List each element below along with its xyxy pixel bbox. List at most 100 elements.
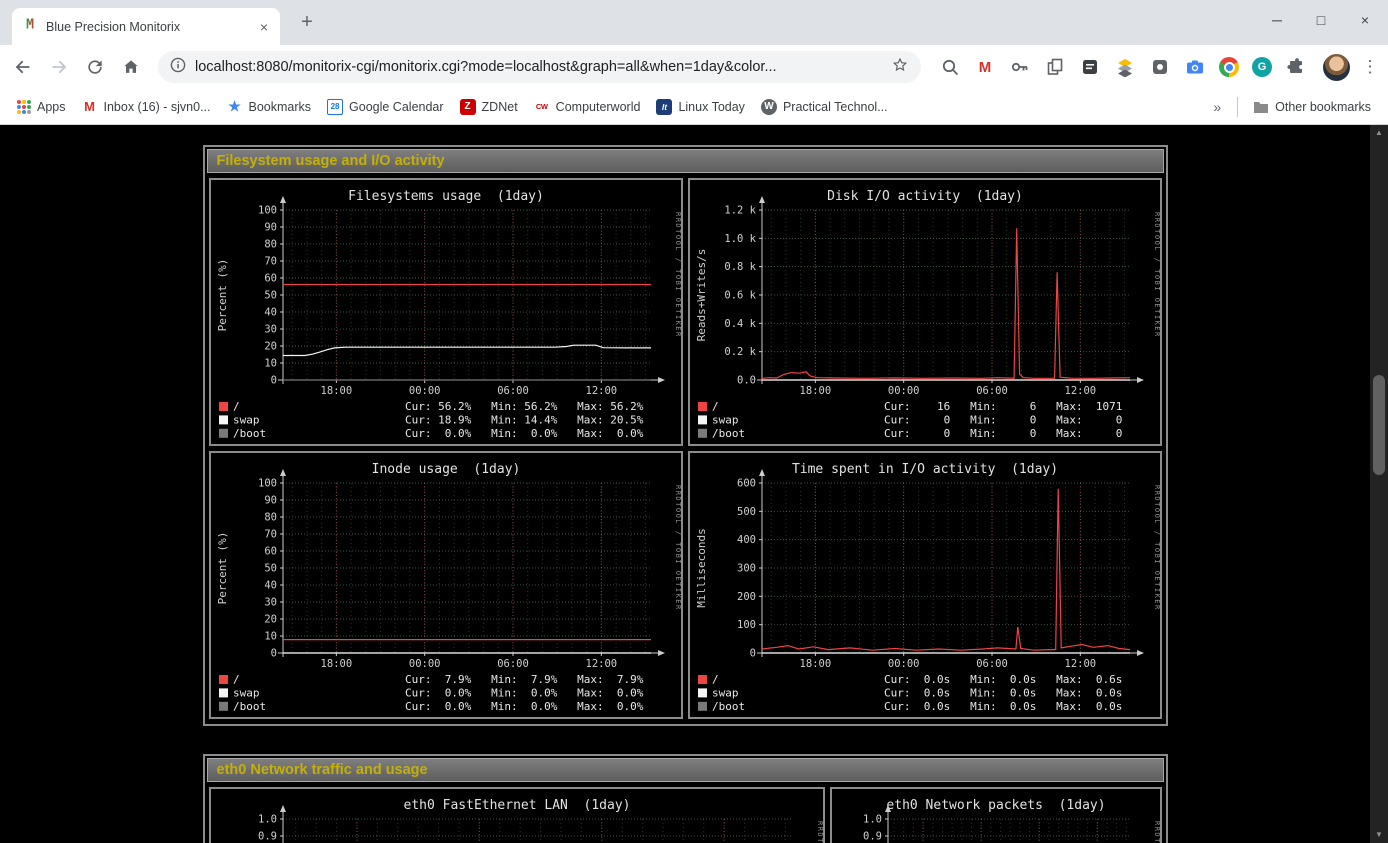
scrollbar-down-arrow-icon[interactable]: ▼ [1370, 827, 1388, 843]
folder-icon [1253, 99, 1269, 115]
svg-text:80: 80 [264, 239, 277, 251]
graph-grid-network: eth0 FastEthernet LAN (1day)RRDTOOL / TO… [205, 784, 1166, 843]
svg-text:12:00: 12:00 [585, 658, 617, 670]
bookmark-bookmarks[interactable]: ★Bookmarks [220, 95, 319, 119]
svg-text:Reads+Writes/s: Reads+Writes/s [695, 249, 708, 342]
profile-avatar[interactable] [1323, 54, 1350, 81]
chrome-icon[interactable] [1219, 57, 1239, 77]
graph-inode-usage[interactable]: Inode usage (1day)RRDTOOL / TOBI OETIKER… [209, 451, 683, 719]
note-icon[interactable] [1079, 56, 1101, 78]
svg-text:Time spent in I/O activity (1: Time spent in I/O activity (1day) [791, 462, 1057, 477]
svg-text:12:00: 12:00 [1064, 658, 1096, 670]
svg-text:/boot: /boot [712, 427, 745, 440]
bookmark-apps[interactable]: Apps [10, 96, 73, 118]
browser-menu-button[interactable]: ⋮ [1358, 57, 1382, 77]
bookmark-linux-today[interactable]: ltLinux Today [649, 95, 752, 119]
svg-text:Cur: 0.0s Min: 0.0s Max:: Cur: 0.0s Min: 0.0s Max: 0.0s [884, 686, 1122, 699]
graph-canvas: Disk I/O activity (1day)RRDTOOL / TOBI O… [690, 180, 1160, 444]
svg-text:0: 0 [749, 648, 755, 660]
star-icon: ★ [227, 99, 243, 115]
section-filesystem: Filesystem usage and I/O activity Filesy… [203, 145, 1168, 726]
svg-text:Cur: 7.9% Min: 7.9% Max:: Cur: 7.9% Min: 7.9% Max: 7.9% [405, 673, 644, 686]
svg-text:70: 70 [264, 529, 277, 541]
svg-text:RRDTOOL / TOBI OETIKER: RRDTOOL / TOBI OETIKER [816, 821, 823, 843]
page-content: Filesystem usage and I/O activity Filesy… [0, 125, 1370, 843]
graph-filesystems-usage[interactable]: Filesystems usage (1day)RRDTOOL / TOBI O… [209, 178, 683, 446]
copy-icon[interactable] [1044, 56, 1066, 78]
other-bookmarks-button[interactable]: Other bookmarks [1246, 95, 1378, 119]
svg-text:RRDTOOL / TOBI OETIKER: RRDTOOL / TOBI OETIKER [674, 212, 681, 338]
svg-text:swap: swap [712, 686, 739, 699]
svg-text:1.0: 1.0 [863, 814, 882, 826]
other-bookmarks-label: Other bookmarks [1275, 100, 1371, 114]
graph-canvas: Inode usage (1day)RRDTOOL / TOBI OETIKER… [211, 453, 681, 717]
svg-text:18:00: 18:00 [320, 658, 352, 670]
new-tab-button[interactable]: + [294, 11, 320, 34]
svg-text:0.4 k: 0.4 k [724, 318, 756, 330]
svg-text:1.0 k: 1.0 k [724, 233, 756, 245]
record-icon[interactable] [1149, 56, 1171, 78]
key-icon[interactable] [1009, 56, 1031, 78]
graph-disk-io-activity[interactable]: Disk I/O activity (1day)RRDTOOL / TOBI O… [688, 178, 1162, 446]
window-controls: ─ □ × [1266, 12, 1376, 28]
tab-close-icon[interactable]: × [256, 19, 272, 35]
graph-eth0-packets[interactable]: eth0 Network packets (1day)RRDTOOL / TOB… [830, 787, 1162, 843]
svg-text:90: 90 [264, 222, 277, 234]
svg-text:20: 20 [264, 341, 277, 353]
svg-text:30: 30 [264, 324, 277, 336]
svg-text:0.0: 0.0 [737, 375, 756, 387]
svg-text:06:00: 06:00 [497, 385, 529, 397]
svg-text:Disk I/O activity (1day): Disk I/O activity (1day) [827, 189, 1023, 204]
home-button[interactable] [114, 50, 148, 84]
svg-text:eth0 Network packets (1day): eth0 Network packets (1day) [886, 798, 1105, 813]
svg-text:50: 50 [264, 563, 277, 575]
bookmarks-overflow-button[interactable]: » [1205, 99, 1229, 115]
scrollbar-thumb[interactable] [1373, 375, 1385, 475]
extension-icons: MG [931, 56, 1315, 78]
search-icon[interactable] [939, 56, 961, 78]
bookmark-star-icon[interactable] [891, 56, 909, 79]
svg-text:/boot: /boot [233, 427, 266, 440]
bookmark-computerworld[interactable]: CWComputerworld [527, 95, 648, 119]
back-button[interactable] [6, 50, 40, 84]
zdnet-icon: Z [460, 99, 476, 115]
browser-tab[interactable]: M Blue Precision Monitorix × [12, 8, 280, 45]
gmail-icon[interactable]: M [974, 56, 996, 78]
apps-grid-icon [17, 100, 31, 114]
bookmark-google-calendar[interactable]: 28Google Calendar [320, 95, 451, 119]
graph-eth0-lan[interactable]: eth0 FastEthernet LAN (1day)RRDTOOL / TO… [209, 787, 825, 843]
g-circle-icon[interactable]: G [1252, 57, 1272, 77]
page-scrollbar[interactable]: ▲ ▼ [1370, 125, 1388, 843]
svg-text:Cur: 0 Min: 0 Max:: Cur: 0 Min: 0 Max: 0 [884, 413, 1122, 426]
svg-text:06:00: 06:00 [976, 385, 1008, 397]
window-maximize-button[interactable]: □ [1310, 12, 1332, 28]
puzzle-icon[interactable] [1285, 56, 1307, 78]
url-text[interactable]: localhost:8080/monitorix-cgi/monitorix.c… [195, 59, 882, 75]
window-close-button[interactable]: × [1354, 12, 1376, 28]
bookmark-label: Computerworld [556, 100, 641, 114]
svg-text:90: 90 [264, 495, 277, 507]
svg-text:1.2 k: 1.2 k [724, 205, 756, 217]
reload-button[interactable] [78, 50, 112, 84]
bookmark-practical-technol[interactable]: WPractical Technol... [754, 95, 895, 119]
section-header-network: eth0 Network traffic and usage [207, 758, 1164, 782]
svg-text:Cur: 16 Min: 6 Max:: Cur: 16 Min: 6 Max: 1071 [884, 400, 1122, 413]
page-info-icon[interactable] [170, 57, 186, 78]
graph-time-spent-io[interactable]: Time spent in I/O activity (1day)RRDTOOL… [688, 451, 1162, 719]
scrollbar-up-arrow-icon[interactable]: ▲ [1370, 125, 1388, 141]
bookmarks-divider [1237, 97, 1238, 117]
window-minimize-button[interactable]: ─ [1266, 12, 1288, 28]
svg-text:0: 0 [270, 375, 276, 387]
gmail-icon: M [82, 99, 98, 115]
bookmark-zdnet[interactable]: ZZDNet [453, 95, 525, 119]
bookmark-label: Google Calendar [349, 100, 444, 114]
forward-button[interactable] [42, 50, 76, 84]
address-bar[interactable]: localhost:8080/monitorix-cgi/monitorix.c… [158, 51, 921, 83]
camera-icon[interactable] [1184, 56, 1206, 78]
svg-text:0.2 k: 0.2 k [724, 346, 756, 358]
bookmark-inbox-16-sjvn0[interactable]: MInbox (16) - sjvn0... [75, 95, 218, 119]
stack-icon[interactable] [1114, 56, 1136, 78]
tab-strip: M Blue Precision Monitorix × + ─ □ × [0, 0, 1388, 45]
svg-text:1.0: 1.0 [258, 814, 277, 826]
svg-text:300: 300 [737, 563, 756, 575]
